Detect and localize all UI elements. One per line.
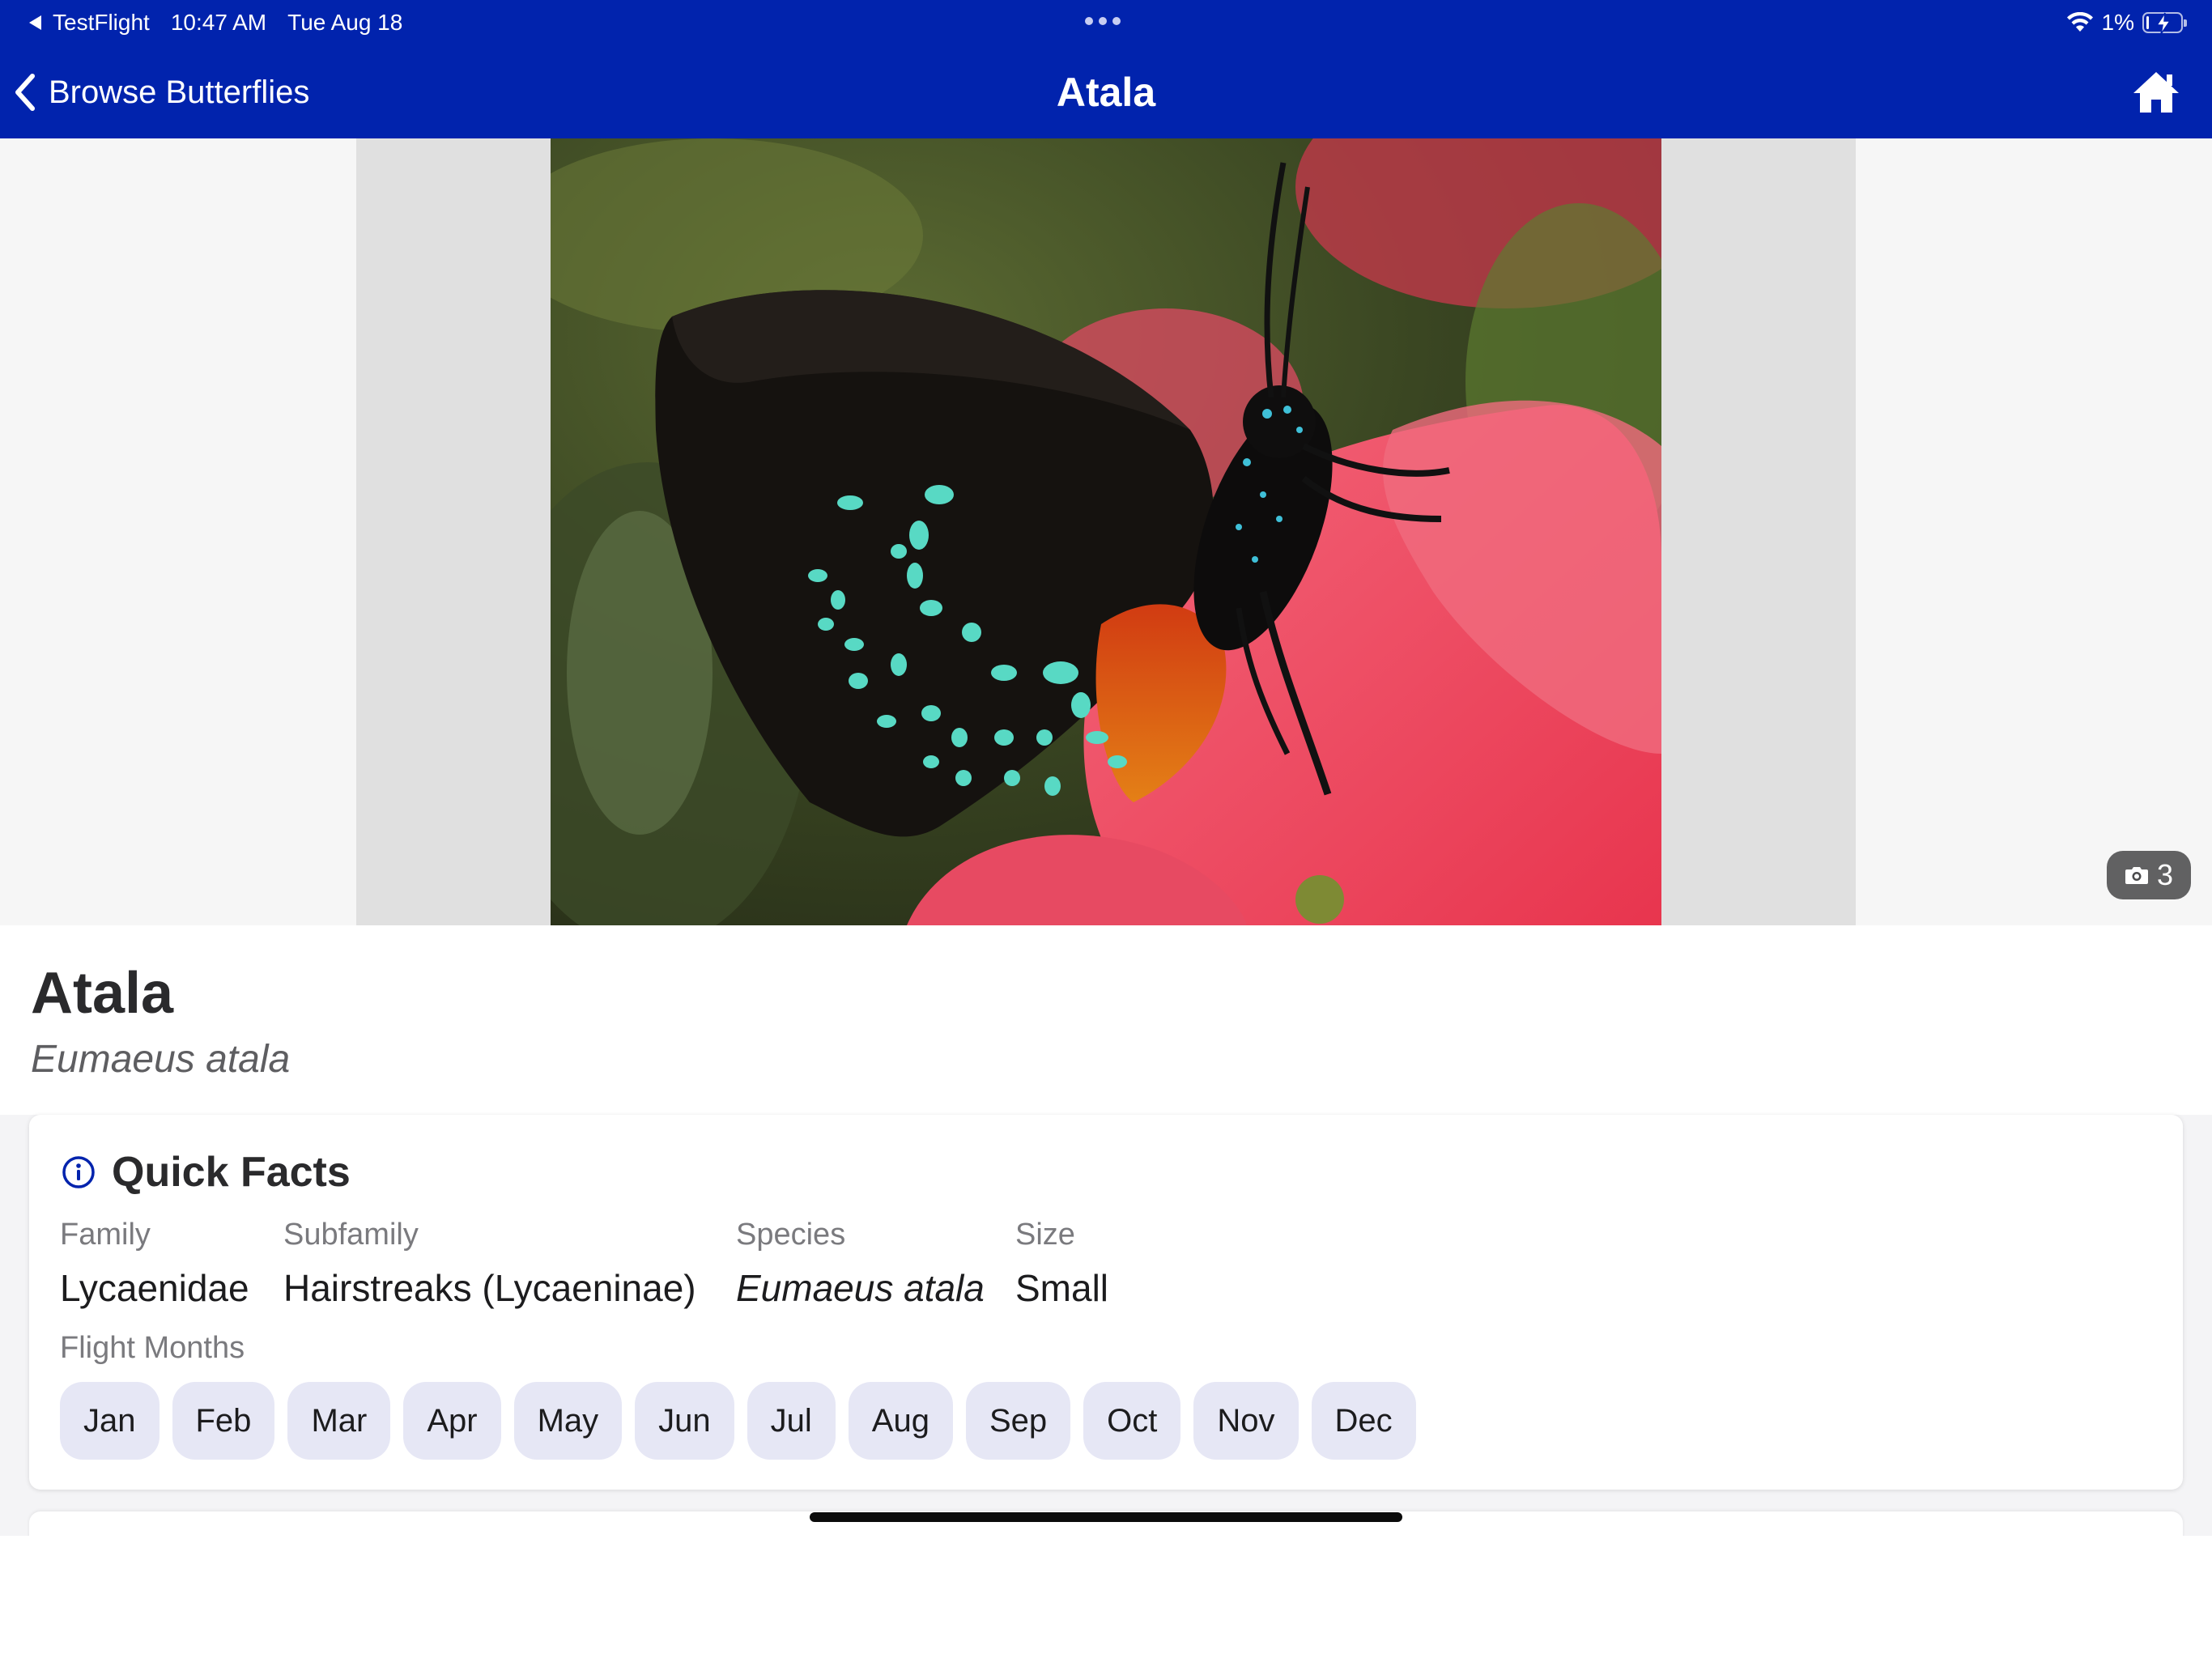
fact-label: Size: [1015, 1218, 1075, 1252]
month-chip-nov[interactable]: Nov: [1193, 1382, 1299, 1460]
quick-facts-title: Quick Facts: [112, 1149, 351, 1196]
month-chip-mar[interactable]: Mar: [287, 1382, 391, 1460]
top-bar: TestFlight 10:47 AM Tue Aug 18 1% Browse…: [0, 0, 2212, 138]
status-date: Tue Aug 18: [287, 10, 403, 35]
back-app-label: TestFlight: [53, 10, 150, 35]
info-icon: [62, 1156, 95, 1188]
month-chip-jun[interactable]: Jun: [635, 1382, 734, 1460]
fact-species: Species Eumaeus atala: [736, 1215, 985, 1312]
photo-count: 3: [2156, 858, 2174, 891]
photo-gallery[interactable]: 3: [0, 138, 2212, 925]
wifi-icon: [2066, 12, 2093, 32]
status-time: 10:47 AM: [170, 10, 267, 35]
fact-size: Size Small: [1015, 1215, 1108, 1312]
month-chip-may[interactable]: May: [513, 1382, 623, 1460]
page-title: Atala: [1056, 70, 1156, 115]
flight-months-label: Flight Months: [60, 1331, 245, 1365]
charging-bolt-icon: [2155, 12, 2172, 35]
home-button[interactable]: [2131, 70, 2181, 115]
month-chip-jan[interactable]: Jan: [60, 1382, 160, 1460]
month-chip-apr[interactable]: Apr: [403, 1382, 501, 1460]
bottom-area: [0, 1536, 2212, 1658]
fact-value: Small: [1015, 1267, 1109, 1309]
flight-months-list: Jan Feb Mar Apr May Jun Jul Aug Sep Oct …: [60, 1382, 1416, 1460]
battery-icon: [2142, 12, 2187, 35]
fact-subfamily: Subfamily Hairstreaks (Lycaeninae): [283, 1215, 696, 1312]
quick-facts-card: Quick Facts Family Lycaenidae Subfamily …: [29, 1115, 2183, 1490]
navigation-bar: Browse Butterflies Atala: [0, 45, 2212, 138]
fact-value: Hairstreaks (Lycaeninae): [283, 1267, 696, 1309]
month-chip-feb[interactable]: Feb: [172, 1382, 275, 1460]
month-chip-aug[interactable]: Aug: [848, 1382, 953, 1460]
species-heading: Atala Eumaeus atala: [0, 925, 2212, 1115]
home-indicator[interactable]: [810, 1512, 1402, 1522]
fact-label: Subfamily: [283, 1218, 419, 1252]
fact-label: Species: [736, 1218, 846, 1252]
fact-value: Lycaenidae: [60, 1267, 249, 1309]
camera-icon: [2125, 867, 2148, 884]
fact-value: Eumaeus atala: [736, 1267, 985, 1309]
photo-count-badge[interactable]: 3: [2107, 851, 2191, 899]
status-right: 1%: [2066, 8, 2187, 37]
fact-label: Family: [60, 1218, 151, 1252]
status-left[interactable]: TestFlight 10:47 AM Tue Aug 18: [29, 8, 402, 37]
fact-family: Family Lycaenidae: [60, 1215, 249, 1312]
month-chip-jul[interactable]: Jul: [747, 1382, 836, 1460]
battery-percent: 1%: [2101, 10, 2134, 35]
home-icon: [2133, 72, 2179, 113]
quick-facts-header: Quick Facts: [62, 1146, 351, 1199]
status-bar: TestFlight 10:47 AM Tue Aug 18 1%: [0, 0, 2212, 45]
back-to-app-icon: [29, 15, 41, 30]
month-chip-sep[interactable]: Sep: [965, 1382, 1071, 1460]
common-name: Atala: [31, 961, 174, 1026]
multitasking-dots-icon[interactable]: [1085, 17, 1121, 25]
butterfly-photo[interactable]: [551, 138, 1661, 925]
scientific-name: Eumaeus atala: [31, 1038, 291, 1081]
month-chip-oct[interactable]: Oct: [1083, 1382, 1181, 1460]
month-chip-dec[interactable]: Dec: [1311, 1382, 1416, 1460]
